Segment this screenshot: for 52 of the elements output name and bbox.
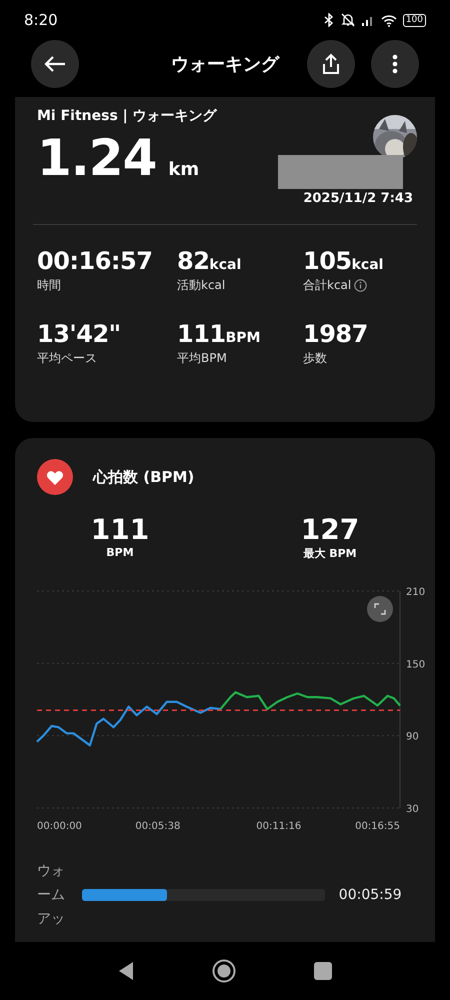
zone-label: ウォームアッ: [37, 862, 66, 929]
metric-unit: kcal: [352, 257, 384, 273]
source-label: Mi Fitness | ウォーキング: [37, 108, 217, 124]
x-axis-label: 00:00:00: [37, 821, 82, 832]
bell-off-icon: [340, 13, 355, 27]
metric-value: 13'42": [37, 320, 121, 348]
page-title: ウォーキング: [171, 53, 279, 76]
wifi-icon: [380, 14, 397, 26]
y-axis-label: 90: [406, 732, 419, 743]
back-arrow-icon: [43, 54, 67, 74]
x-axis-label: 00:16:55: [355, 821, 400, 832]
metric-value: 82: [177, 247, 210, 275]
metric-value: 105: [303, 247, 352, 275]
more-button[interactable]: [371, 40, 419, 88]
home-nav-icon[interactable]: [212, 959, 236, 983]
expand-button[interactable]: [367, 596, 393, 622]
heart-rate-title: 心拍数 (BPM): [93, 468, 194, 486]
y-axis-label: 150: [406, 659, 426, 670]
more-icon: [392, 54, 398, 74]
bluetooth-icon: [322, 13, 335, 27]
share-button[interactable]: [307, 40, 355, 88]
metric-label: 時間: [37, 277, 61, 294]
x-axis-label: 00:11:16: [256, 821, 302, 832]
metric-label: 歩数: [303, 350, 327, 367]
y-axis-label: 210: [406, 587, 426, 598]
metric-value: 00:16:57: [37, 247, 152, 275]
metric-value: 111: [177, 320, 226, 348]
stat-label: BPM: [106, 546, 134, 559]
back-nav-icon[interactable]: [118, 961, 134, 981]
info-icon[interactable]: [354, 279, 368, 292]
zone-duration: 00:05:59: [338, 887, 402, 903]
y-axis-label: 30: [406, 804, 419, 815]
metric-unit: kcal: [209, 257, 242, 273]
distance-value: 1.24: [37, 129, 156, 187]
back-button[interactable]: [31, 40, 79, 88]
status-time: 8:20: [24, 11, 58, 29]
metric-label: 合計kcal: [303, 277, 352, 294]
battery-indicator: 100: [402, 14, 426, 26]
signal-icon: [360, 14, 375, 26]
metric-label: 平均BPM: [177, 350, 227, 367]
recents-nav-icon[interactable]: [314, 962, 332, 980]
metric-label: 活動kcal: [177, 277, 226, 294]
metric-value: 1987: [303, 320, 368, 348]
distance-unit: km: [168, 159, 200, 180]
x-axis-label: 00:05:38: [135, 821, 180, 832]
metric-unit: BPM: [226, 330, 260, 346]
share-icon: [321, 53, 341, 75]
metric-label: 平均ペース: [37, 350, 97, 367]
workout-datetime: 2025/11/2 7:43: [303, 191, 413, 206]
stat-value: 127: [300, 513, 360, 546]
stat-label: 最大 BPM: [303, 546, 357, 561]
stat-value: 111: [90, 513, 150, 546]
